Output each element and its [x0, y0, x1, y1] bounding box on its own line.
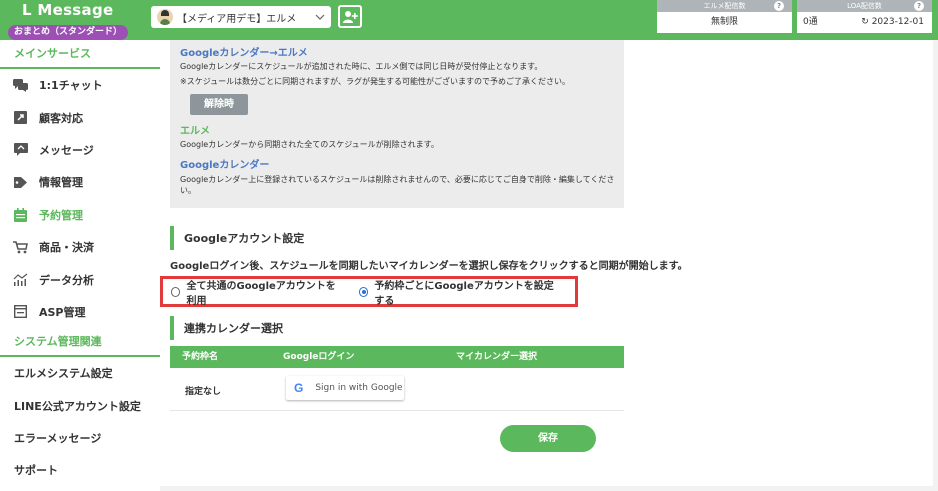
add-user-icon — [343, 10, 358, 23]
loa-count-value: 0通 — [803, 17, 818, 27]
sidebar-item-label: 予約管理 — [39, 208, 83, 222]
sidebar-item-analytics[interactable]: データ分析 — [0, 263, 160, 295]
share-icon — [13, 110, 28, 125]
sidebar-item-customer[interactable]: 顧客対応 — [0, 101, 160, 133]
plan-badge: おまとめ（スタンダード） — [8, 25, 128, 40]
message-icon — [13, 142, 28, 157]
radio-label: 予約枠ごとにGoogleアカウントを設定する — [374, 280, 554, 307]
delivery-count-label: エルメ配信数 — [703, 2, 746, 10]
sign-in-with-google-button[interactable]: G Sign in with Google — [286, 376, 404, 400]
sidebar-item-label: データ分析 — [39, 273, 94, 287]
sidebar-item-info[interactable]: 情報管理 — [0, 166, 160, 198]
account-name: 【メディア用デモ】エルメ — [177, 13, 297, 25]
sidebar-system-title: システム管理関連 — [0, 328, 160, 358]
sync-info-panel: Googleカレンダー→エルメ Googleカレンダーにスケジュールが追加された… — [170, 40, 624, 208]
google-icon: G — [294, 381, 304, 395]
info-text: ※スケジュールは数分ごとに同期されますが、ラグが発生する可能性がございますので予… — [180, 77, 570, 86]
account-settings-heading: Googleアカウント設定 — [170, 226, 304, 250]
chart-icon — [13, 272, 28, 287]
radio-shared-account[interactable]: 全て共通のGoogleアカウントを利用 — [171, 277, 345, 307]
sidebar-item-chat[interactable]: 1:1チャット — [0, 69, 160, 101]
avatar — [157, 9, 173, 25]
loa-date: 2023-12-01 — [871, 17, 924, 27]
section-title: 連携カレンダー選択 — [184, 322, 283, 335]
sidebar-item-products[interactable]: 商品・決済 — [0, 231, 160, 263]
delivery-count-box: エルメ配信数? 無制限 — [657, 0, 792, 33]
help-icon[interactable]: ? — [914, 1, 924, 11]
calendar-select-heading: 連携カレンダー選択 — [170, 316, 283, 340]
delivery-count-value: 無制限 — [710, 17, 738, 27]
sidebar-item-reservation[interactable]: 予約管理 — [0, 199, 160, 231]
chat-icon — [13, 78, 28, 93]
sidebar-main-title: メインサービス — [0, 40, 160, 69]
info-text: Googleカレンダーから同期された全てのスケジュールが削除されます。 — [180, 140, 439, 149]
radio-per-slot-account[interactable]: 予約枠ごとにGoogleアカウントを設定する — [358, 277, 561, 307]
section-title: Googleアカウント設定 — [184, 232, 305, 245]
save-button[interactable]: 保存 — [500, 425, 596, 452]
info-heading-google-to-elme: Googleカレンダー→エルメ — [180, 48, 308, 59]
heading-bar — [170, 226, 174, 250]
calendar-icon — [13, 207, 28, 222]
sidebar-item-line-settings[interactable]: LINE公式アカウント設定 — [0, 390, 160, 422]
sidebar-item-support[interactable]: サポート — [0, 454, 160, 486]
sidebar-item-message[interactable]: メッセージ — [0, 134, 160, 166]
loa-count-label: LOA配信数 — [847, 2, 882, 10]
account-mode-radio-group: 全て共通のGoogleアカウントを利用 予約枠ごとにGoogleアカウントを設定… — [160, 276, 578, 307]
column-header: マイカレンダー選択 — [456, 352, 538, 362]
loa-refresh[interactable]: ↻ 2023-12-01 — [861, 12, 924, 33]
refresh-icon: ↻ — [861, 17, 872, 27]
account-select[interactable]: 【メディア用デモ】エルメ — [151, 6, 331, 28]
table-row: 指定なし G Sign in with Google — [170, 368, 624, 411]
release-label: 解除時 — [190, 94, 248, 115]
sidebar-item-label: 1:1チャット — [39, 79, 103, 93]
sync-description: Googleログイン後、スケジュールを同期したいマイカレンダーを選択し保存をクリ… — [170, 261, 688, 272]
chevron-down-icon — [315, 14, 325, 20]
sidebar-item-label: メッセージ — [39, 143, 94, 157]
info-text: Googleカレンダー上に登録されているスケジュールは削除されませんので、必要に… — [180, 175, 615, 195]
info-heading-elme: エルメ — [180, 126, 210, 137]
heading-bar — [170, 316, 174, 340]
radio-label: 全て共通のGoogleアカウントを利用 — [186, 280, 336, 307]
sidebar-item-label: 商品・決済 — [39, 241, 94, 255]
add-account-button[interactable] — [338, 5, 362, 28]
column-header: 予約枠名 — [182, 352, 219, 362]
help-icon[interactable]: ? — [774, 1, 784, 11]
column-header: Googleログイン — [283, 352, 355, 362]
calendar-table-header: 予約枠名 Googleログイン マイカレンダー選択 — [170, 346, 624, 368]
slot-name: 指定なし — [185, 387, 222, 397]
radio-unchecked-icon — [171, 286, 181, 297]
radio-checked-icon — [358, 286, 369, 297]
tag-icon — [13, 175, 28, 190]
google-button-label: Sign in with Google — [315, 383, 403, 393]
cart-icon — [13, 240, 28, 255]
sidebar-item-label: ASP管理 — [39, 305, 86, 319]
sidebar-item-label: 顧客対応 — [39, 111, 83, 125]
sidebar-item-error-messages[interactable]: エラーメッセージ — [0, 422, 160, 454]
asp-icon — [13, 304, 28, 319]
sidebar-item-asp[interactable]: ASP管理 — [0, 296, 160, 328]
info-heading-google: Googleカレンダー — [180, 160, 270, 171]
logo-text: L Message — [22, 1, 114, 19]
sidebar: メインサービス 1:1チャット 顧客対応 メッセージ 情報管理 予約管理 商品・ — [0, 40, 160, 491]
loa-count-box: LOA配信数? 0通 ↻ 2023-12-01 — [797, 0, 932, 33]
sidebar-item-label: 情報管理 — [39, 176, 83, 190]
top-header: L Message おまとめ（スタンダード） 【メディア用デモ】エルメ エルメ配… — [0, 0, 938, 40]
main-content: Googleカレンダー→エルメ Googleカレンダーにスケジュールが追加された… — [160, 40, 933, 486]
info-text: Googleカレンダーにスケジュールが追加された時に、エルメ側では同じ日時が受付… — [180, 62, 543, 71]
app-logo[interactable]: L Message おまとめ（スタンダード） — [8, 1, 128, 40]
sidebar-item-system-settings[interactable]: エルメシステム設定 — [0, 357, 160, 389]
